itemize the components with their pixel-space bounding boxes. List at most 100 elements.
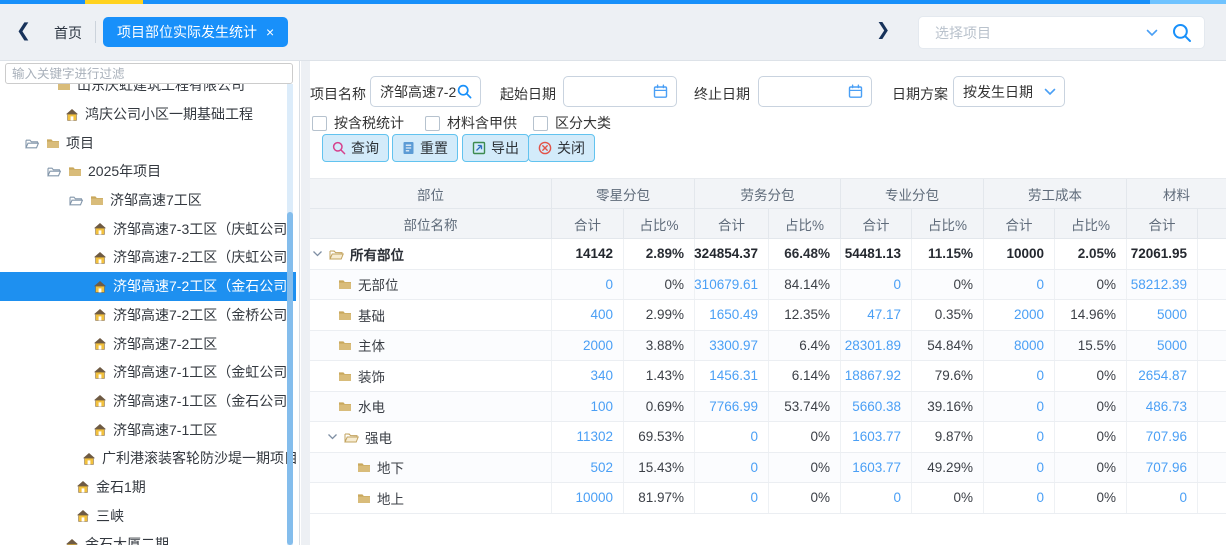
amount-cell[interactable]: 486.73 <box>1127 392 1198 422</box>
tree-item[interactable]: 济邹高速7-2工区（金石公司 <box>0 272 296 301</box>
sidebar-scrollbar-thumb[interactable] <box>287 212 293 545</box>
export-button[interactable]: 导出 <box>462 134 529 162</box>
tab-close-icon[interactable]: × <box>266 24 274 40</box>
start-date-input[interactable] <box>564 84 653 100</box>
project-name-field[interactable] <box>370 76 481 107</box>
amount-cell[interactable]: 47.17 <box>841 300 912 330</box>
amount-cell[interactable]: 58212.39 <box>1127 270 1198 300</box>
amount-cell[interactable]: 400 <box>552 300 624 330</box>
amount-cell[interactable]: 502 <box>552 453 624 483</box>
project-select[interactable]: 选择项目 <box>918 16 1205 49</box>
reset-button[interactable]: 重置 <box>392 134 458 162</box>
amount-cell[interactable]: 2654.87 <box>1127 361 1198 391</box>
amount-cell[interactable]: 7766.99 <box>695 392 769 422</box>
amount-cell[interactable]: 5660.38 <box>841 392 912 422</box>
date-plan-select[interactable]: 按发生日期 <box>953 76 1065 107</box>
amount-cell[interactable]: 707.96 <box>1127 453 1198 483</box>
tab-home[interactable]: 首页 <box>54 23 82 43</box>
tree-item[interactable]: 三峡 <box>0 501 296 530</box>
tree-item[interactable]: 广利港滚装客轮防沙堤一期项目 <box>0 444 296 473</box>
open-folder-expander-icon[interactable] <box>69 194 83 206</box>
tree-item[interactable]: 济邹高速7-1工区（金石公司 <box>0 387 296 416</box>
tree-item[interactable]: 济邹高速7-2工区（庆虹公司 <box>0 243 296 272</box>
amount-cell[interactable]: 3300.97 <box>695 331 769 361</box>
amount-cell[interactable]: 2000 <box>552 331 624 361</box>
part-name-cell[interactable]: 主体 <box>310 331 552 361</box>
tree-item[interactable]: 济邹高速7-2工区（金桥公司 <box>0 301 296 330</box>
amount-cell[interactable]: 2000 <box>984 300 1055 330</box>
amount-cell[interactable]: 10000 <box>552 483 624 513</box>
amount-cell[interactable]: 0 <box>984 422 1055 452</box>
amount-cell[interactable]: 0 <box>984 483 1055 513</box>
tree-item[interactable]: 金石大厦二期 <box>0 530 296 545</box>
tree-item[interactable]: 济邹高速7-1工区（金虹公司 <box>0 358 296 387</box>
amount-cell[interactable]: 0 <box>984 361 1055 391</box>
tab-active-statistics[interactable]: 项目部位实际发生统计 × <box>103 17 288 47</box>
back-chevron-icon[interactable]: ❮ <box>16 20 31 41</box>
caret-down-icon[interactable] <box>327 433 338 440</box>
chevron-down-icon[interactable] <box>1146 29 1158 37</box>
search-icon[interactable] <box>457 84 472 99</box>
amount-cell[interactable]: 1603.77 <box>841 422 912 452</box>
part-name-cell[interactable]: 水电 <box>310 392 552 422</box>
amount-cell[interactable]: 0 <box>552 270 624 300</box>
caret-down-icon[interactable] <box>312 250 323 257</box>
forward-chevron-icon[interactable]: ❯ <box>876 20 890 40</box>
amount-cell[interactable]: 0 <box>841 483 912 513</box>
project-name-input[interactable] <box>371 84 457 100</box>
amount-cell[interactable]: 18867.92 <box>841 361 912 391</box>
amount-cell[interactable]: 310679.61 <box>695 270 769 300</box>
open-folder-expander-icon[interactable] <box>47 165 61 177</box>
chevron-down-icon[interactable] <box>1044 88 1056 96</box>
close-button[interactable]: 关闭 <box>528 134 595 162</box>
amount-cell[interactable]: 28301.89 <box>841 331 912 361</box>
tree-item[interactable]: 济邹高速7工区 <box>0 186 296 215</box>
part-name-cell[interactable]: 强电 <box>310 422 552 452</box>
amount-cell[interactable]: 0 <box>984 392 1055 422</box>
amount-cell[interactable]: 11302 <box>552 422 624 452</box>
part-name-cell[interactable]: 地下 <box>310 453 552 483</box>
tree-item[interactable]: 济邹高速7-3工区（庆虹公司 <box>0 214 296 243</box>
amount-cell[interactable]: 8000 <box>984 331 1055 361</box>
checkbox-3[interactable]: 区分大类 <box>533 113 611 133</box>
part-name-cell[interactable]: 装饰 <box>310 361 552 391</box>
end-date-field[interactable] <box>758 76 872 107</box>
tree-item[interactable]: 济邹高速7-1工区 <box>0 415 296 444</box>
end-date-input[interactable] <box>759 84 848 100</box>
amount-cell[interactable]: 100 <box>552 392 624 422</box>
checkbox-box[interactable] <box>533 116 548 131</box>
tree-item[interactable]: 济邹高速7-2工区 <box>0 329 296 358</box>
calendar-icon[interactable] <box>848 84 863 99</box>
amount-cell[interactable]: 1456.31 <box>695 361 769 391</box>
tree-item[interactable]: 鸿庆公司小区一期基础工程 <box>0 100 296 129</box>
checkbox-box[interactable] <box>312 116 327 131</box>
part-name-cell[interactable]: 所有部位 <box>310 239 552 269</box>
part-name-cell[interactable]: 基础 <box>310 300 552 330</box>
amount-cell[interactable]: 0 <box>841 270 912 300</box>
amount-cell[interactable]: 0 <box>984 453 1055 483</box>
amount-cell[interactable]: 1603.77 <box>841 453 912 483</box>
amount-cell[interactable]: 5000 <box>1127 300 1198 330</box>
checkbox-2[interactable]: 材料含甲供 <box>425 113 517 133</box>
checkbox-1[interactable]: 按含税统计 <box>312 113 404 133</box>
amount-cell[interactable]: 340 <box>552 361 624 391</box>
tree-filter-input[interactable] <box>5 63 293 84</box>
amount-cell[interactable]: 707.96 <box>1127 422 1198 452</box>
amount-cell[interactable]: 0 <box>1127 483 1198 513</box>
checkbox-box[interactable] <box>425 116 440 131</box>
amount-cell[interactable]: 1650.49 <box>695 300 769 330</box>
tree-item[interactable]: 2025年项目 <box>0 157 296 186</box>
open-folder-expander-icon[interactable] <box>25 137 39 149</box>
tree-item[interactable]: 项目 <box>0 128 296 157</box>
amount-cell[interactable]: 0 <box>984 270 1055 300</box>
amount-cell[interactable]: 0 <box>695 453 769 483</box>
amount-cell[interactable]: 0 <box>695 422 769 452</box>
amount-cell[interactable]: 5000 <box>1127 331 1198 361</box>
calendar-icon[interactable] <box>653 84 668 99</box>
search-icon[interactable] <box>1172 23 1192 43</box>
start-date-field[interactable] <box>563 76 677 107</box>
query-button[interactable]: 查询 <box>322 134 389 162</box>
amount-cell[interactable]: 0 <box>695 483 769 513</box>
tree-item[interactable]: 金石1期 <box>0 473 296 502</box>
part-name-cell[interactable]: 无部位 <box>310 270 552 300</box>
